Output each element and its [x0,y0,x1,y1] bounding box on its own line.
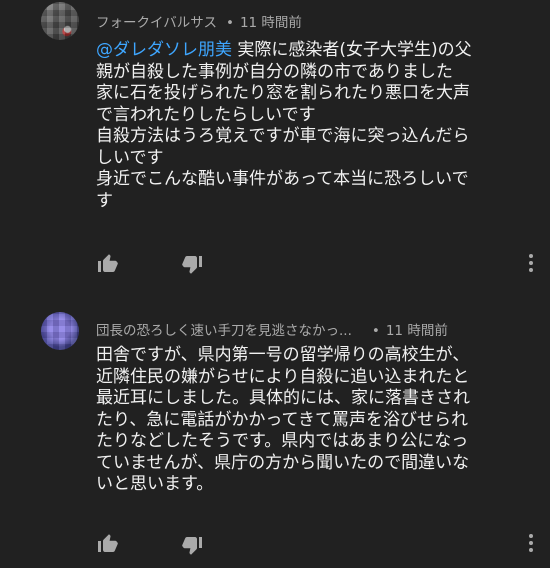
dislike-button[interactable] [180,253,204,277]
thumbs-down-icon [182,537,202,555]
author-name[interactable]: 団長の恐ろしく速い手刀を見逃さなかっ... [96,323,352,339]
more-vert-icon [529,534,533,552]
comment-body: 実際に感染者(女子大学生)の父 親が自殺した事例が自分の隣の市でありました 家に… [96,40,472,211]
thumbs-up-icon [98,534,118,552]
author-name[interactable]: フォークイバルサス [96,15,217,31]
comment-2: 団長の恐ろしく速い手刀を見逃さなかっ... • 11 時間前 田舎ですが、県内第一号… [0,312,550,568]
thumbs-down-icon [182,256,202,274]
thumbs-up-icon [98,254,118,272]
more-actions-button[interactable] [521,251,541,275]
dislike-button[interactable] [180,534,204,558]
like-button[interactable] [96,251,120,275]
comment-text: @ダレダソレ朋美 実際に感染者(女子大学生)の父 親が自殺した事例が自分の隣の市… [96,40,536,212]
comment-header: 団長の恐ろしく速い手刀を見逃さなかっ... • 11 時間前 [96,319,448,339]
mention-link[interactable]: @ダレダソレ朋美 [96,40,232,60]
timestamp[interactable]: 11 時間前 [386,323,448,339]
comment-1: フォークイバルサス • 11 時間前 @ダレダソレ朋美 実際に感染者(女子大学生)の… [0,0,550,285]
more-vert-icon [529,254,533,272]
comment-text: 田舎ですが、県内第一号の留学帰りの高校生が、 近隣住民の嫌がらせにより自殺に追い… [96,345,470,494]
avatar[interactable] [41,312,79,350]
like-button[interactable] [96,531,120,555]
more-actions-button[interactable] [521,531,541,555]
separator-dot: • [225,15,234,31]
comment-header: フォークイバルサス • 11 時間前 [96,11,302,31]
avatar[interactable] [41,2,79,40]
separator-dot: • [371,323,380,339]
timestamp[interactable]: 11 時間前 [240,15,302,31]
